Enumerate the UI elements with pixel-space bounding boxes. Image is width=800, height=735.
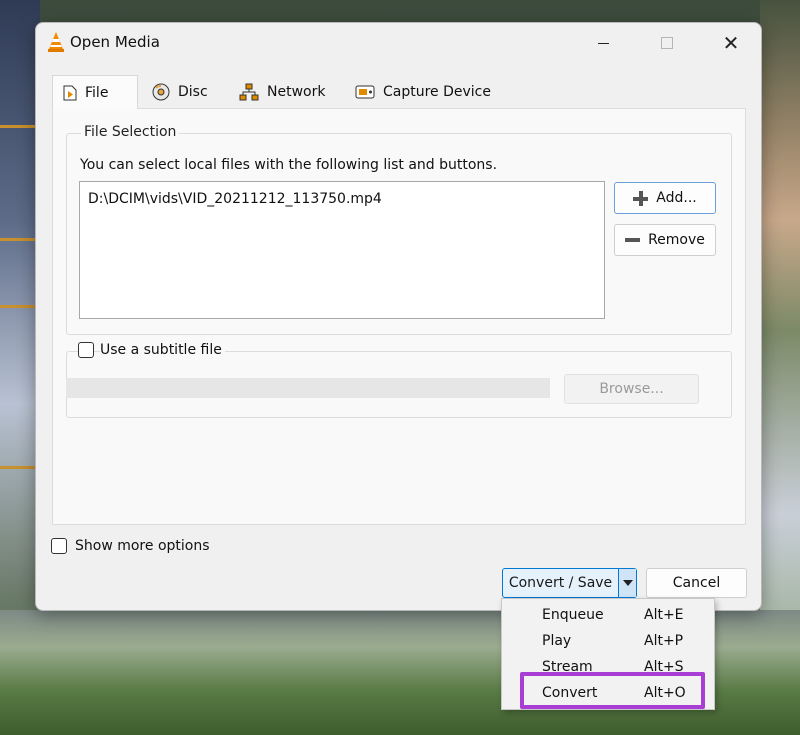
chevron-down-icon xyxy=(622,580,633,586)
menu-item-label: Play xyxy=(542,633,572,649)
tab-network[interactable]: Network xyxy=(229,75,335,108)
tab-network-label: Network xyxy=(267,83,326,100)
show-more-options-label[interactable]: Show more options xyxy=(75,538,210,554)
browse-button-label: Browse... xyxy=(599,381,664,397)
capture-device-icon xyxy=(355,85,375,98)
maximize-icon xyxy=(661,37,673,49)
network-icon xyxy=(239,83,259,100)
convert-highlight-box xyxy=(520,672,705,709)
tab-disc[interactable]: Disc xyxy=(142,75,218,108)
cancel-button-label: Cancel xyxy=(672,575,721,591)
remove-button[interactable]: Remove xyxy=(614,224,716,256)
add-button[interactable]: Add... xyxy=(614,182,716,214)
background-wire xyxy=(0,305,40,308)
tab-file[interactable]: File xyxy=(52,75,138,109)
menu-item-play[interactable]: Play Alt+P xyxy=(502,629,714,655)
show-more-options-checkbox[interactable] xyxy=(51,538,67,554)
tab-capture-device-label: Capture Device xyxy=(383,83,491,100)
minimize-button[interactable] xyxy=(580,27,626,59)
cancel-button[interactable]: Cancel xyxy=(646,568,747,598)
tab-disc-label: Disc xyxy=(178,83,208,100)
menu-item-label: Enqueue xyxy=(542,607,604,623)
file-play-icon xyxy=(63,85,77,100)
convert-save-button[interactable]: Convert / Save xyxy=(502,568,637,598)
menu-item-shortcut: Alt+P xyxy=(644,633,684,649)
disc-icon xyxy=(152,83,170,100)
remove-button-label: Remove xyxy=(648,232,705,248)
convert-save-label[interactable]: Convert / Save xyxy=(503,569,618,597)
plus-icon xyxy=(633,190,649,206)
title-bar: Open Media ✕ xyxy=(36,23,761,63)
file-selection-legend: File Selection xyxy=(81,124,180,140)
minimize-icon xyxy=(597,42,609,44)
minus-icon xyxy=(625,238,641,242)
open-media-dialog: Open Media ✕ File Disc Network Capture D… xyxy=(35,22,762,611)
file-list[interactable]: D:\DCIM\vids\VID_20211212_113750.mp4 xyxy=(79,181,605,319)
window-title: Open Media xyxy=(70,33,160,51)
menu-item-enqueue[interactable]: Enqueue Alt+E xyxy=(502,603,714,629)
background-wire xyxy=(0,238,40,241)
close-button[interactable]: ✕ xyxy=(708,27,754,59)
maximize-button[interactable] xyxy=(644,27,690,59)
add-button-label: Add... xyxy=(656,190,697,206)
background-wire xyxy=(0,125,40,128)
menu-item-shortcut: Alt+E xyxy=(644,607,684,623)
background-wire xyxy=(0,466,40,469)
subtitle-checkbox[interactable] xyxy=(78,342,94,358)
browse-button[interactable]: Browse... xyxy=(564,374,699,404)
tab-panel-file: File Selection You can select local file… xyxy=(52,108,746,525)
file-selection-description: You can select local files with the foll… xyxy=(80,157,498,173)
tab-capture-device[interactable]: Capture Device xyxy=(345,75,501,108)
list-item[interactable]: D:\DCIM\vids\VID_20211212_113750.mp4 xyxy=(88,191,382,207)
convert-save-dropdown-arrow[interactable] xyxy=(618,569,636,597)
vlc-cone-icon xyxy=(48,32,64,52)
tab-file-label: File xyxy=(85,84,109,101)
close-icon: ✕ xyxy=(722,31,740,55)
subtitle-checkbox-label[interactable]: Use a subtitle file xyxy=(100,342,225,358)
subtitle-path-field[interactable] xyxy=(66,378,550,398)
